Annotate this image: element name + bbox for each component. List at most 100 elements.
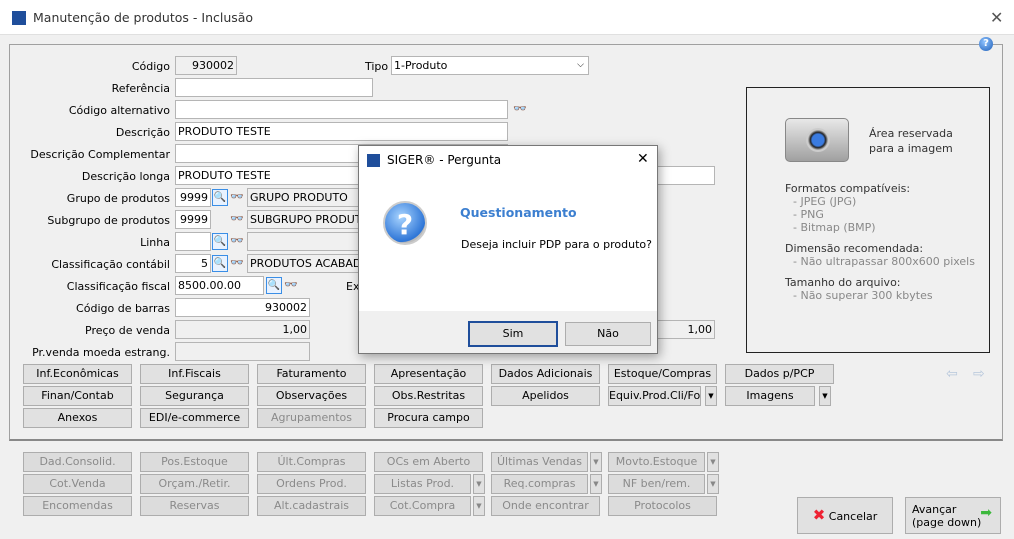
button-agrupamentos[interactable]: Agrupamentos [257, 408, 366, 428]
descricao-input[interactable]: PRODUTO TESTE [175, 122, 508, 141]
referencia-input[interactable] [175, 78, 373, 97]
tipo-label: Tipo [365, 60, 389, 73]
button-ult-compras[interactable]: Últ.Compras [257, 452, 366, 472]
cancel-label: Cancelar [828, 510, 878, 523]
button-obs-restritas[interactable]: Obs.Restritas [374, 386, 483, 406]
button-estoque-compras[interactable]: Estoque/Compras [608, 364, 717, 384]
button-dad-consolid[interactable]: Dad.Consolid. [23, 452, 132, 472]
descricao-complementar-label: Descrição Complementar [30, 148, 170, 161]
classificacao-contabil-desc: PRODUTOS ACABADOS [247, 254, 367, 273]
question-icon: ? [383, 201, 427, 245]
button-ultimas-vendas[interactable]: Últimas Vendas [491, 452, 588, 472]
dropdown-arrow-button[interactable]: ▼ [707, 452, 719, 472]
arrow-left-icon[interactable]: ⇦ [946, 366, 958, 382]
dropdown-arrow-button[interactable]: ▼ [473, 496, 485, 516]
button-procura-campo[interactable]: Procura campo [374, 408, 483, 428]
button-alt-cadastrais[interactable]: Alt.cadastrais [257, 496, 366, 516]
linha-code-input[interactable] [175, 232, 211, 251]
referencia-label: Referência [111, 82, 170, 95]
next-button[interactable]: Avançar (page down) ➡ [905, 497, 1001, 534]
button-orcam-retir[interactable]: Orçam./Retir. [140, 474, 249, 494]
classificacao-contabil-code-input[interactable]: 5 [175, 254, 211, 273]
button-reservas[interactable]: Reservas [140, 496, 249, 516]
arrow-right-icon: ➡ [980, 505, 992, 521]
image-area-title-2: para a imagem [869, 142, 953, 155]
linha-desc [247, 232, 367, 251]
subgrupo-code-input[interactable]: 9999 [175, 210, 211, 229]
yes-button[interactable]: Sim [468, 321, 558, 347]
tipo-select[interactable]: 1-Produto ⌵ [391, 56, 589, 75]
button-ocs-em-aberto[interactable]: OCs em Aberto [374, 452, 483, 472]
preco-moeda-field [175, 342, 310, 361]
button-imagens[interactable]: Imagens [725, 386, 815, 406]
button-apresentacao[interactable]: Apresentação [374, 364, 483, 384]
app-icon [12, 11, 26, 25]
codigo-field: 930002 [175, 56, 237, 75]
grupo-code-input[interactable]: 9999 [175, 188, 211, 207]
button-listas-prod[interactable]: Listas Prod. [374, 474, 471, 494]
button-cot-compra[interactable]: Cot.Compra [374, 496, 471, 516]
button-seguranca[interactable]: Segurança [140, 386, 249, 406]
classificacao-fiscal-input[interactable]: 8500.00.00 [175, 276, 264, 295]
codigo-alternativo-label: Código alternativo [68, 104, 170, 117]
linha-label: Linha [140, 236, 170, 249]
formats-title: Formatos compatíveis: [785, 182, 911, 195]
button-req-compras[interactable]: Req.compras [491, 474, 588, 494]
format-item: - Bitmap (BMP) [793, 221, 876, 234]
dropdown-arrow-button[interactable]: ▼ [590, 452, 602, 472]
button-dados-p-pcp[interactable]: Dados p/PCP [725, 364, 834, 384]
button-onde-encontrar[interactable]: Onde encontrar [491, 496, 600, 516]
dim-title: Dimensão recomendada: [785, 242, 924, 255]
app-icon [367, 154, 380, 167]
help-icon[interactable]: ? [979, 37, 993, 51]
red-x-icon: ✖ [812, 506, 826, 524]
button-protocolos[interactable]: Protocolos [608, 496, 717, 516]
dropdown-arrow-button[interactable]: ▼ [819, 386, 831, 406]
image-area[interactable]: Área reservada para a imagem Formatos co… [746, 87, 990, 353]
button-equiv-prod-cli-for[interactable]: Equiv.Prod.Cli/For [608, 386, 701, 406]
search-icon[interactable]: 🔍 [266, 277, 282, 294]
descricao-longa-label: Descrição longa [81, 170, 170, 183]
dialog-message: Deseja incluir PDP para o produto? [461, 238, 652, 251]
button-anexos[interactable]: Anexos [23, 408, 132, 428]
arrow-right-icon[interactable]: ⇨ [973, 366, 985, 382]
button-ordens-prod[interactable]: Ordens Prod. [257, 474, 366, 494]
binoculars-icon[interactable]: 👓 [230, 256, 244, 269]
camera-icon [785, 118, 849, 162]
button-pos-estoque[interactable]: Pos.Estoque [140, 452, 249, 472]
button-encomendas[interactable]: Encomendas [23, 496, 132, 516]
binoculars-icon[interactable]: 👓 [513, 102, 527, 115]
button-cot-venda[interactable]: Cot.Venda [23, 474, 132, 494]
dialog-close-icon[interactable]: ✕ [637, 151, 649, 167]
preco-venda-label: Preço de venda [85, 324, 170, 337]
binoculars-icon[interactable]: 👓 [230, 234, 244, 247]
dropdown-arrow-button[interactable]: ▼ [707, 474, 719, 494]
button-movto-estoque[interactable]: Movto.Estoque [608, 452, 705, 472]
codigo-barras-input[interactable]: 930002 [175, 298, 310, 317]
close-icon[interactable]: ✕ [990, 8, 1003, 27]
binoculars-icon[interactable]: 👓 [284, 278, 298, 291]
button-apelidos[interactable]: Apelidos [491, 386, 600, 406]
tipo-value: 1-Produto [394, 59, 448, 72]
binoculars-icon[interactable]: 👓 [230, 190, 244, 203]
grupo-label: Grupo de produtos [66, 192, 170, 205]
button-finan-contab[interactable]: Finan/Contab [23, 386, 132, 406]
binoculars-icon[interactable]: 👓 [230, 212, 244, 225]
dropdown-arrow-button[interactable]: ▼ [590, 474, 602, 494]
button-faturamento[interactable]: Faturamento [257, 364, 366, 384]
codigo-alternativo-input[interactable] [175, 100, 508, 119]
dropdown-arrow-button[interactable]: ▼ [705, 386, 717, 406]
button-nf-ben-rem[interactable]: NF ben/rem. [608, 474, 705, 494]
search-icon[interactable]: 🔍 [212, 233, 228, 250]
classificacao-fiscal-label: Classificação fiscal [66, 280, 170, 293]
button-dados-adicionais[interactable]: Dados Adicionais [491, 364, 600, 384]
button-observacoes[interactable]: Observações [257, 386, 366, 406]
cancel-button[interactable]: ✖ Cancelar [797, 497, 893, 534]
no-button[interactable]: Não [565, 322, 651, 346]
button-edi-e-commerce[interactable]: EDI/e-commerce [140, 408, 249, 428]
button-inf-economicas[interactable]: Inf.Econômicas [23, 364, 132, 384]
search-icon[interactable]: 🔍 [212, 189, 228, 206]
button-inf-fiscais[interactable]: Inf.Fiscais [140, 364, 249, 384]
dropdown-arrow-button[interactable]: ▼ [473, 474, 485, 494]
search-icon[interactable]: 🔍 [212, 255, 228, 272]
